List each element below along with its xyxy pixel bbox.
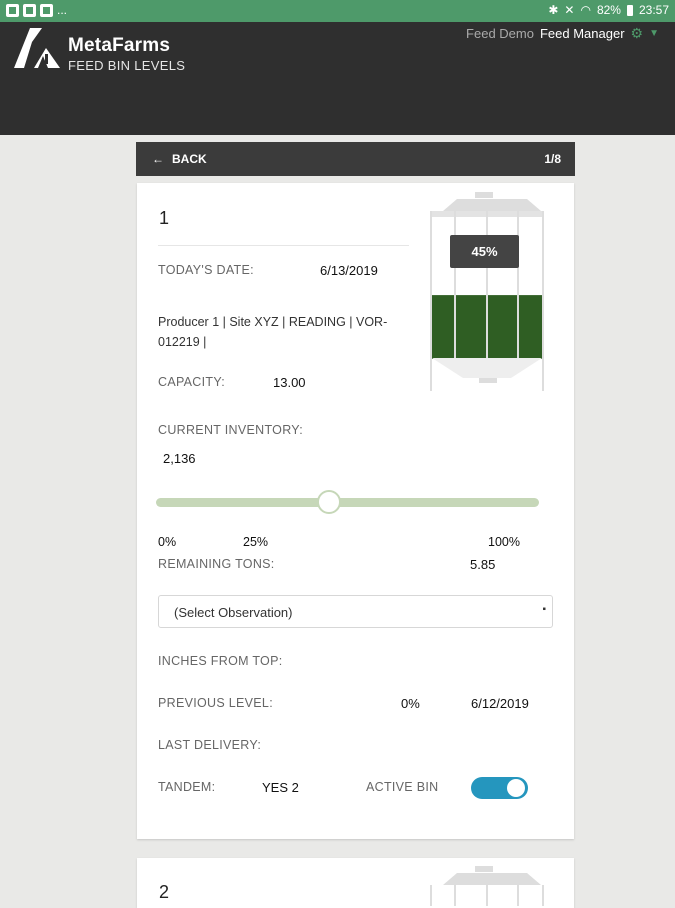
more-notifications-text: ... <box>57 3 68 17</box>
chevron-down-icon[interactable]: ▼ <box>649 28 659 39</box>
feed-fill-segment <box>488 295 517 359</box>
flipboard-notification-icon <box>23 3 36 17</box>
back-label: BACK <box>172 152 207 166</box>
capacity-label: CAPACITY: <box>158 375 226 389</box>
feed-fill-segment <box>519 295 542 359</box>
inches-from-top-label: INCHES FROM TOP: <box>158 654 283 668</box>
flipboard-notification-icon <box>40 3 53 17</box>
battery-percent: 82% <box>596 3 621 17</box>
slider-track[interactable] <box>156 498 539 507</box>
metafarms-logo-icon <box>14 28 60 68</box>
tandem-value: YES 2 <box>262 780 299 795</box>
previous-level-date: 6/12/2019 <box>471 696 529 711</box>
battery-icon <box>626 4 633 16</box>
bin-card-next: 2 <box>137 858 574 908</box>
remaining-tons-value: 5.85 <box>470 557 496 572</box>
feed-fill-segment <box>432 295 454 359</box>
bin-description: Producer 1 | Site XYZ | READING | VOR-01… <box>158 315 388 349</box>
active-bin-toggle[interactable] <box>471 777 528 799</box>
user-role: Feed Manager <box>539 26 625 41</box>
status-bar: ... ✱ ✕ ◠ 82% 23:57 <box>0 0 675 22</box>
current-inventory-value: 2,136 <box>163 451 196 466</box>
bin-card: 1 45% TODAY'S DATE: 6/13/2019 Producer 1… <box>137 183 574 839</box>
feed-fill-segment <box>456 295 486 359</box>
fill-percent-badge: 45% <box>450 235 519 268</box>
observation-select-value: (Select Observation) <box>174 605 293 620</box>
bluetooth-icon: ✱ <box>548 3 559 17</box>
brand-name: MetaFarms <box>68 35 171 56</box>
capacity-value: 13.00 <box>273 375 306 390</box>
bin-navigation-bar: ← BACK 1/8 <box>136 142 575 176</box>
todays-date-value: 6/13/2019 <box>320 263 378 278</box>
slider-tick-100: 100% <box>488 535 520 549</box>
last-delivery-label: LAST DELIVERY: <box>158 738 262 752</box>
wifi-icon: ◠ <box>580 3 591 17</box>
todays-date-label: TODAY'S DATE: <box>158 263 254 277</box>
observation-select[interactable]: (Select Observation) ▪ <box>158 595 553 628</box>
previous-level-label: PREVIOUS LEVEL: <box>158 696 273 710</box>
current-inventory-label: CURRENT INVENTORY: <box>158 423 304 437</box>
gear-icon[interactable]: ⚙ <box>631 25 644 42</box>
bin-number: 1 <box>159 208 170 228</box>
notification-icons: ... <box>6 3 67 17</box>
toggle-knob[interactable] <box>507 779 525 797</box>
page-indicator: 1/8 <box>544 152 561 166</box>
mute-icon: ✕ <box>564 3 575 17</box>
image-notification-icon <box>6 3 19 17</box>
system-status: ✱ ✕ ◠ 82% 23:57 <box>548 3 669 17</box>
back-button[interactable]: ← BACK <box>152 152 207 166</box>
app-header: MetaFarms FEED BIN LEVELS Feed Demo Feed… <box>0 22 675 135</box>
slider-thumb[interactable] <box>317 490 341 514</box>
arrow-left-icon: ← <box>152 152 164 166</box>
active-bin-label: ACTIVE BIN <box>366 780 439 794</box>
tandem-label: TANDEM: <box>158 780 216 794</box>
organization-name: Feed Demo <box>466 26 534 41</box>
user-menu[interactable]: Feed Demo Feed Manager ⚙ ▼ <box>466 25 659 42</box>
divider <box>158 245 409 246</box>
previous-level-percent: 0% <box>401 696 420 711</box>
clock: 23:57 <box>638 3 669 17</box>
dropdown-arrow-icon: ▪ <box>542 604 546 615</box>
inventory-slider[interactable] <box>156 488 539 518</box>
slider-tick-0: 0% <box>158 535 177 549</box>
app-subtitle: FEED BIN LEVELS <box>68 58 186 73</box>
bin-fill-graphic <box>430 192 545 391</box>
remaining-tons-label: REMAINING TONS: <box>158 557 275 571</box>
bin-graphic-next <box>430 866 544 906</box>
slider-tick-25: 25% <box>243 535 269 549</box>
